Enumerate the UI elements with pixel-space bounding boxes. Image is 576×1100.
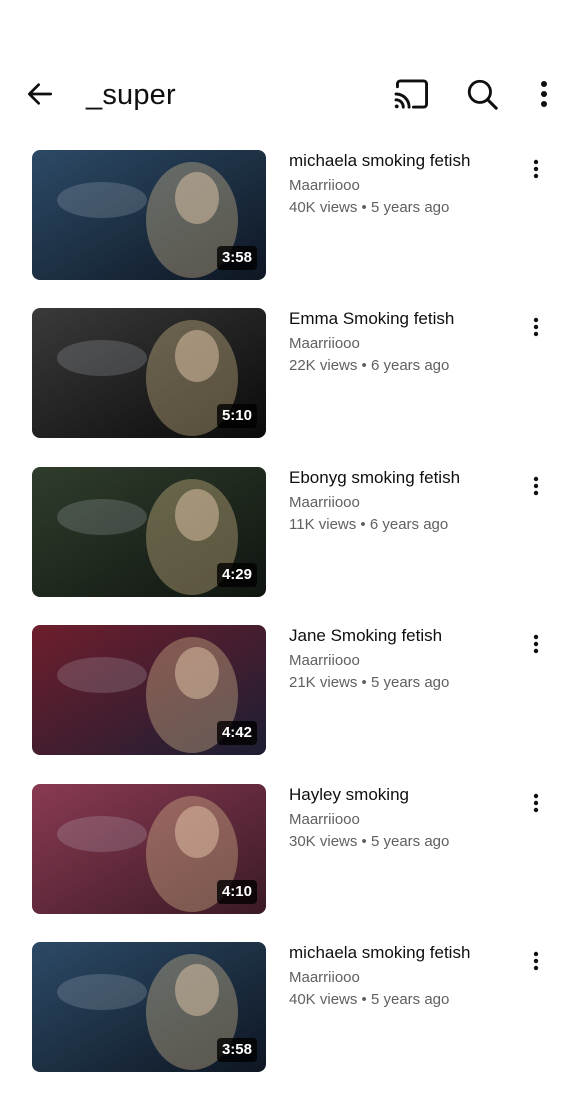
page-title: _super [86, 79, 176, 111]
video-list-item[interactable]: 3:58 michaela smoking fetish Maarriiooo … [0, 150, 576, 308]
arrow-left-icon [28, 83, 52, 105]
view-count: 40K views [289, 199, 358, 216]
view-count: 11K views [289, 515, 357, 533]
view-count: 21K views [289, 674, 358, 692]
video-info: Emma Smoking fetish Maarriiooo 22K views… [289, 308, 514, 376]
search-button[interactable] [464, 76, 500, 112]
video-list-item[interactable]: 5:10 Emma Smoking fetish Maarriiooo 22K … [0, 308, 576, 466]
video-title[interactable]: Emma Smoking fetish [289, 308, 514, 330]
video-thumbnail[interactable]: 3:58 [32, 150, 266, 280]
video-info: Hayley smoking Maarriiooo 30K views • 5 … [289, 784, 514, 852]
video-info: michaela smoking fetish Maarriiooo 40K v… [289, 942, 514, 1010]
video-meta: 22K views • 6 years ago [289, 357, 450, 375]
view-count: 40K views [289, 990, 358, 1008]
upload-age: 5 years ago [370, 990, 450, 1008]
channel-name: Maarriiooo [289, 810, 360, 828]
duration-badge: 3:58 [216, 1037, 257, 1062]
more-vertical-icon [533, 793, 539, 812]
video-thumbnail[interactable]: 4:42 [32, 625, 266, 756]
view-count: 30K views [289, 832, 358, 850]
back-button[interactable] [22, 76, 58, 112]
video-meta: 40K views • 5 years ago [289, 990, 450, 1008]
duration-badge: 4:10 [216, 879, 257, 904]
video-thumbnail[interactable]: 4:10 [32, 783, 266, 914]
video-menu-button[interactable] [524, 473, 548, 499]
video-title[interactable]: Ebonyg smoking fetish [289, 467, 514, 489]
duration-badge: 4:29 [216, 562, 257, 587]
more-vertical-icon [533, 318, 539, 337]
upload-age: 5 years ago [370, 199, 450, 216]
video-meta: 21K views • 5 years ago [289, 674, 450, 692]
more-vertical-icon [533, 159, 539, 179]
view-count: 22K views [289, 357, 358, 375]
video-list-item[interactable]: 3:58 michaela smoking fetish Maarriiooo … [0, 941, 576, 1100]
video-title[interactable]: Jane Smoking fetish [289, 625, 514, 647]
video-info: Jane Smoking fetish Maarriiooo 21K views… [289, 625, 514, 693]
upload-age: 6 years ago [370, 357, 450, 375]
video-menu-button[interactable] [524, 948, 548, 974]
video-list-item[interactable]: 4:10 Hayley smoking Maarriiooo 30K views… [0, 783, 576, 942]
upload-age: 5 years ago [370, 832, 450, 850]
channel-name: Maarriiooo [289, 335, 360, 353]
more-vertical-icon [533, 634, 539, 654]
video-meta: 30K views • 5 years ago [289, 832, 450, 850]
duration-badge: 5:10 [216, 404, 257, 429]
video-list-item[interactable]: 4:42 Jane Smoking fetish Maarriiooo 21K … [0, 625, 576, 783]
channel-name: Maarriiooo [289, 177, 360, 194]
more-vertical-icon [533, 951, 539, 971]
channel-name: Maarriiooo [289, 652, 360, 670]
upload-age: 6 years ago [369, 515, 449, 533]
app-bar: _super [0, 0, 576, 135]
video-title[interactable]: michaela smoking fetish [289, 150, 514, 172]
more-vertical-icon [533, 476, 539, 495]
cast-icon [394, 79, 428, 109]
video-info: Ebonyg smoking fetish Maarriiooo 11K vie… [289, 467, 514, 535]
video-thumbnail[interactable]: 5:10 [32, 308, 266, 439]
cast-button[interactable] [392, 76, 432, 112]
video-thumbnail[interactable]: 4:29 [32, 466, 266, 597]
video-meta: 11K views • 6 years ago [289, 515, 449, 533]
video-menu-button[interactable] [524, 790, 548, 816]
duration-badge: 3:58 [216, 246, 257, 270]
upload-age: 5 years ago [370, 674, 450, 692]
channel-name: Maarriiooo [289, 968, 360, 986]
video-list: 3:58 michaela smoking fetish Maarriiooo … [0, 150, 576, 1100]
video-meta: 40K views • 5 years ago [289, 199, 450, 216]
video-thumbnail[interactable]: 3:58 [32, 941, 266, 1072]
video-title[interactable]: Hayley smoking [289, 784, 514, 806]
channel-name: Maarriiooo [289, 493, 360, 511]
video-menu-button[interactable] [524, 631, 548, 657]
video-menu-button[interactable] [524, 156, 548, 182]
video-title[interactable]: michaela smoking fetish [289, 942, 514, 964]
video-menu-button[interactable] [524, 314, 548, 340]
more-options-button[interactable] [530, 76, 558, 112]
video-info: michaela smoking fetish Maarriiooo 40K v… [289, 150, 514, 218]
video-list-item[interactable]: 4:29 Ebonyg smoking fetish Maarriiooo 11… [0, 466, 576, 625]
more-vertical-icon [541, 81, 547, 107]
duration-badge: 4:42 [216, 721, 257, 746]
search-icon [467, 79, 498, 110]
